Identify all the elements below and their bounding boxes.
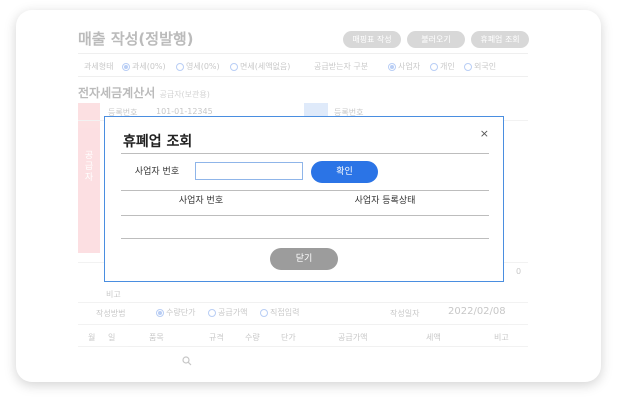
- items-header-price: 단가: [281, 333, 296, 342]
- items-header-day: 일: [108, 333, 116, 342]
- table-header-status: 사업자 등록상태: [354, 196, 416, 206]
- radio-selected-icon: [122, 62, 130, 71]
- radio-icon: [260, 308, 268, 317]
- write-date-label: 작성일자: [390, 309, 420, 318]
- radio-selected-icon: [388, 62, 396, 71]
- items-header-supply: 공급가액: [338, 333, 368, 342]
- items-header-qty: 수량: [245, 333, 260, 342]
- items-header-month: 월: [88, 333, 96, 342]
- search-icon[interactable]: [182, 351, 192, 366]
- tax-option-zero[interactable]: 영세(0%): [176, 61, 220, 72]
- invoice-subtitle: 공급자(보관용): [159, 90, 210, 99]
- reg-number-value: 101-01-12345: [156, 107, 213, 116]
- receiver-type-label: 공급받는자 구분: [314, 62, 369, 71]
- table-header-business-number: 사업자 번호: [178, 196, 224, 206]
- mapping-button[interactable]: 매핑표 작성: [343, 31, 401, 48]
- divider: [78, 324, 528, 325]
- business-number-label: 사업자 번호: [134, 167, 180, 177]
- items-header-item: 품목: [149, 333, 164, 342]
- memo-label: 비고: [106, 290, 121, 299]
- write-option-direct[interactable]: 직접입력: [260, 307, 299, 318]
- table-header-border: [121, 215, 489, 216]
- radio-icon: [430, 62, 438, 71]
- items-header-spec: 규격: [209, 333, 224, 342]
- items-header-memo: 비고: [494, 333, 509, 342]
- receiver-option-business[interactable]: 사업자: [388, 61, 420, 72]
- load-button[interactable]: 불러오기: [407, 31, 465, 48]
- write-date-value[interactable]: 2022/02/08: [448, 306, 506, 317]
- confirm-button[interactable]: 확인: [311, 161, 378, 183]
- radio-icon: [208, 308, 216, 317]
- radio-icon: [230, 62, 238, 71]
- closure-check-dialog: 휴폐업 조회 × 사업자 번호 확인 사업자 번호 사업자 등록상태 닫기: [104, 116, 504, 282]
- dialog-title: 휴폐업 조회: [123, 134, 193, 150]
- divider: [78, 346, 528, 347]
- radio-icon: [464, 62, 472, 71]
- radio-icon: [176, 62, 184, 71]
- app-card: 매출 작성(정발행) 매핑표 작성 불러오기 휴폐업 조회 과세형태 과세(0%…: [16, 10, 601, 382]
- business-number-input[interactable]: [195, 162, 303, 180]
- dialog-divider: [121, 153, 489, 154]
- supplier-side-label: 공급자: [78, 103, 100, 253]
- tax-type-label: 과세형태: [84, 62, 114, 71]
- tax-option-taxable[interactable]: 과세(0%): [122, 61, 166, 72]
- tax-option-exempt[interactable]: 면세(세액없음): [230, 61, 290, 72]
- close-button[interactable]: 닫기: [270, 248, 338, 270]
- write-option-unit[interactable]: 수량단가: [156, 307, 195, 318]
- page-title: 매출 작성(정발행): [78, 30, 194, 48]
- divider: [78, 302, 528, 303]
- write-method-label: 작성방법: [96, 309, 126, 318]
- invoice-title: 전자세금계산서 공급자(보관용): [78, 86, 210, 100]
- total-value: 0: [516, 267, 522, 276]
- receiver-option-foreign[interactable]: 외국인: [464, 61, 496, 72]
- tax-type-row: 과세형태 과세(0%) 영세(0%) 면세(세액없음) 공급받는자 구분 사업자…: [78, 53, 528, 77]
- table-bottom-border: [121, 238, 489, 239]
- closure-check-button[interactable]: 휴폐업 조회: [471, 31, 529, 48]
- write-option-supply[interactable]: 공급가액: [208, 307, 247, 318]
- close-icon[interactable]: ×: [480, 127, 489, 140]
- items-header-tax: 세액: [426, 333, 441, 342]
- radio-selected-icon: [156, 308, 164, 317]
- receiver-option-individual[interactable]: 개인: [430, 61, 455, 72]
